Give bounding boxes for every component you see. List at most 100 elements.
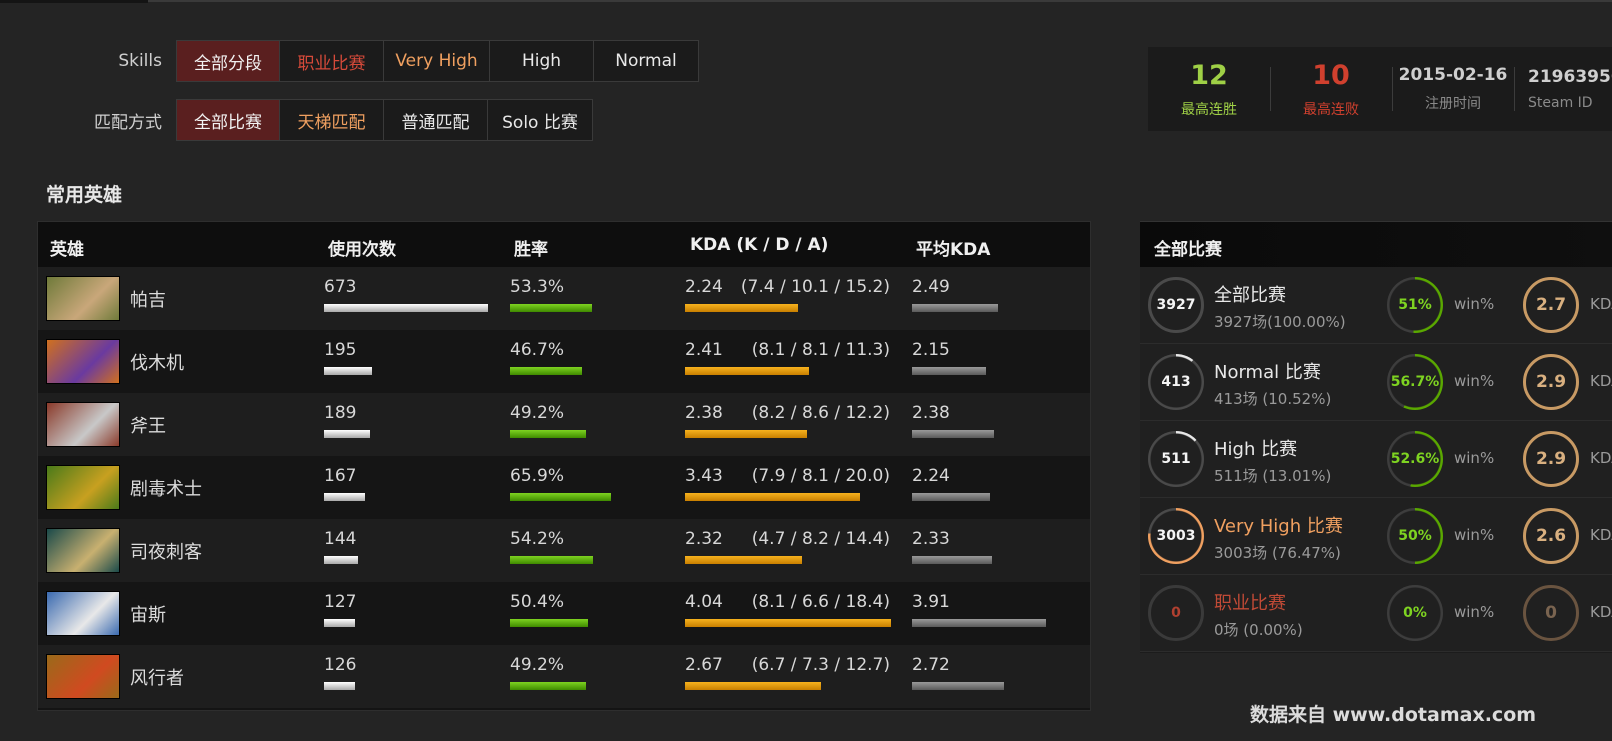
win-rate-label: win%: [1454, 449, 1495, 467]
match-count-ring: 413: [1148, 354, 1204, 410]
match-mode-label: 匹配方式: [94, 112, 162, 133]
avg-kda-bar: [912, 367, 986, 375]
hero-avatar[interactable]: [46, 339, 120, 384]
match-type-name[interactable]: 全部比赛: [1214, 281, 1286, 307]
hero-avatar[interactable]: [46, 402, 120, 447]
match-mode-segment: 全部比赛 天梯匹配 普通匹配 Solo 比赛: [176, 99, 593, 141]
max-lose-streak-label: 最高连败: [1303, 101, 1359, 118]
winrate-bar: [510, 367, 582, 375]
kda-label: KDA: [1590, 526, 1612, 544]
usage-bar: [324, 430, 370, 438]
hero-row[interactable]: 伐木机 195 46.7% 2.41 (8.1 / 8.1 / 11.3) 2.15: [38, 330, 1090, 393]
avg-kda-bar: [912, 682, 1005, 690]
hero-name[interactable]: 斧王: [130, 412, 166, 438]
kda-ring: 2.9: [1523, 354, 1579, 410]
col-avg-kda[interactable]: 平均KDA: [916, 235, 990, 260]
data-source-credit: 数据来自 www.dotamax.com: [1250, 704, 1537, 726]
skills-option-pro[interactable]: 职业比赛: [280, 41, 384, 81]
kda-ring: 2.7: [1523, 277, 1579, 333]
hero-name[interactable]: 帕吉: [130, 286, 166, 312]
match-type-row[interactable]: 3927 全部比赛 3927场(100.00%) 51% win% 2.7 KDA: [1140, 267, 1612, 344]
hero-avatar[interactable]: [46, 591, 120, 636]
hero-kda-breakdown: (4.7 / 8.2 / 14.4): [751, 529, 890, 549]
skills-filter: Skills 全部分段 职业比赛 Very High High Normal: [0, 40, 699, 82]
hero-row[interactable]: 斧王 189 49.2% 2.38 (8.2 / 8.6 / 12.2) 2.38: [38, 393, 1090, 456]
usage-bar: [324, 367, 372, 375]
hero-avatar[interactable]: [46, 528, 120, 573]
match-mode-option-ranked[interactable]: 天梯匹配: [280, 100, 384, 140]
winrate-bar: [510, 556, 594, 564]
skills-segment: 全部分段 职业比赛 Very High High Normal: [176, 40, 699, 82]
skills-option-high[interactable]: High: [490, 41, 594, 81]
hero-row[interactable]: 宙斯 127 50.4% 4.04 (8.1 / 6.6 / 18.4) 3.91: [38, 582, 1090, 645]
hero-winrate: 50.4%: [510, 592, 565, 612]
hero-name[interactable]: 宙斯: [130, 601, 166, 627]
top-tab-accent: [0, 0, 148, 3]
hero-winrate: 54.2%: [510, 529, 565, 549]
hero-avg-kda: 3.91: [912, 592, 950, 612]
steam-id-value: 21963956: [1528, 67, 1612, 87]
match-type-row[interactable]: 511 High 比赛 511场 (13.01%) 52.6% win% 2.9 KDA: [1140, 421, 1612, 498]
match-mode-option-normal[interactable]: 普通匹配: [384, 100, 488, 140]
skills-option-normal[interactable]: Normal: [594, 41, 698, 81]
hero-winrate: 53.3%: [510, 277, 565, 297]
kda-label: KDA: [1590, 295, 1612, 313]
hero-kda-breakdown: (8.2 / 8.6 / 12.2): [751, 403, 890, 423]
hero-row[interactable]: 剧毒术士 167 65.9% 3.43 (7.9 / 8.1 / 20.0) 2.24: [38, 456, 1090, 519]
match-type-row[interactable]: 0 职业比赛 0场 (0.00%) 0% win% 0 KDA: [1140, 575, 1612, 652]
match-mode-option-solo[interactable]: Solo 比赛: [488, 100, 592, 140]
win-rate-ring: 51%: [1387, 277, 1443, 333]
hero-name[interactable]: 剧毒术士: [130, 475, 202, 501]
hero-usage-count: 195: [324, 340, 357, 360]
hero-kda-breakdown: (8.1 / 8.1 / 11.3): [751, 340, 890, 360]
match-type-name[interactable]: High 比赛: [1214, 435, 1297, 461]
match-type-row[interactable]: 413 Normal 比赛 413场 (10.52%) 56.7% win% 2.9 KDA: [1140, 344, 1612, 421]
hero-row[interactable]: 风行者 126 49.2% 2.67 (6.7 / 7.3 / 12.7) 2.72: [38, 645, 1090, 708]
steam-id-label: Steam ID: [1528, 95, 1593, 111]
match-type-name[interactable]: Very High 比赛: [1214, 512, 1343, 538]
hero-avg-kda: 2.72: [912, 655, 950, 675]
max-win-streak-label: 最高连胜: [1181, 101, 1237, 118]
col-winrate[interactable]: 胜率: [514, 235, 548, 260]
hero-avg-kda: 2.49: [912, 277, 950, 297]
hero-avatar[interactable]: [46, 654, 120, 699]
match-mode-filter: 匹配方式 全部比赛 天梯匹配 普通匹配 Solo 比赛: [0, 99, 593, 141]
col-kda[interactable]: KDA (K / D / A): [690, 235, 828, 255]
match-type-row[interactable]: 3003 Very High 比赛 3003场 (76.47%) 50% win% 2.6…: [1140, 498, 1612, 575]
kda-ring: 2.9: [1523, 431, 1579, 487]
kda-ring: 0: [1523, 585, 1579, 641]
skills-option-very-high[interactable]: Very High: [384, 41, 490, 81]
hero-name[interactable]: 风行者: [130, 664, 184, 690]
avg-kda-bar: [912, 304, 998, 312]
match-type-name[interactable]: Normal 比赛: [1214, 358, 1321, 384]
hero-name[interactable]: 伐木机: [130, 349, 184, 375]
hero-row[interactable]: 帕吉 673 53.3% 2.24 (7.4 / 10.1 / 15.2) 2.49: [38, 267, 1090, 330]
hero-name[interactable]: 司夜刺客: [130, 538, 202, 564]
match-type-share: 3927场(100.00%): [1214, 313, 1346, 331]
winrate-bar: [510, 493, 612, 501]
stat-steam-id: 21963956 Steam ID: [1514, 47, 1612, 131]
usage-bar: [324, 682, 356, 690]
kda-bar: [685, 556, 803, 564]
match-mode-option-all[interactable]: 全部比赛: [177, 100, 280, 140]
match-type-share: 3003场 (76.47%): [1214, 544, 1341, 562]
skills-option-all[interactable]: 全部分段: [177, 41, 280, 81]
avg-kda-bar: [912, 493, 990, 501]
hero-avg-kda: 2.38: [912, 403, 950, 423]
hero-avg-kda: 2.33: [912, 529, 950, 549]
col-usage[interactable]: 使用次数: [328, 235, 396, 260]
win-rate-ring: 52.6%: [1387, 431, 1443, 487]
hero-row[interactable]: 司夜刺客 144 54.2% 2.32 (4.7 / 8.2 / 14.4) 2.33: [38, 519, 1090, 582]
hero-avatar[interactable]: [46, 465, 120, 510]
hero-avatar[interactable]: [46, 276, 120, 321]
kda-label: KDA: [1590, 449, 1612, 467]
match-summary-list: 3927 全部比赛 3927场(100.00%) 51% win% 2.7 KDA 413 No…: [1140, 267, 1612, 652]
usage-bar: [324, 556, 359, 564]
stat-register-date: 2015-02-16 注册时间: [1392, 47, 1514, 131]
kda-ring: 2.6: [1523, 508, 1579, 564]
kda-label: KDA: [1590, 603, 1612, 621]
match-count-ring: 3003: [1148, 508, 1204, 564]
register-date-value: 2015-02-16: [1398, 65, 1508, 85]
col-hero[interactable]: 英雄: [50, 235, 84, 260]
match-type-name[interactable]: 职业比赛: [1214, 589, 1286, 615]
